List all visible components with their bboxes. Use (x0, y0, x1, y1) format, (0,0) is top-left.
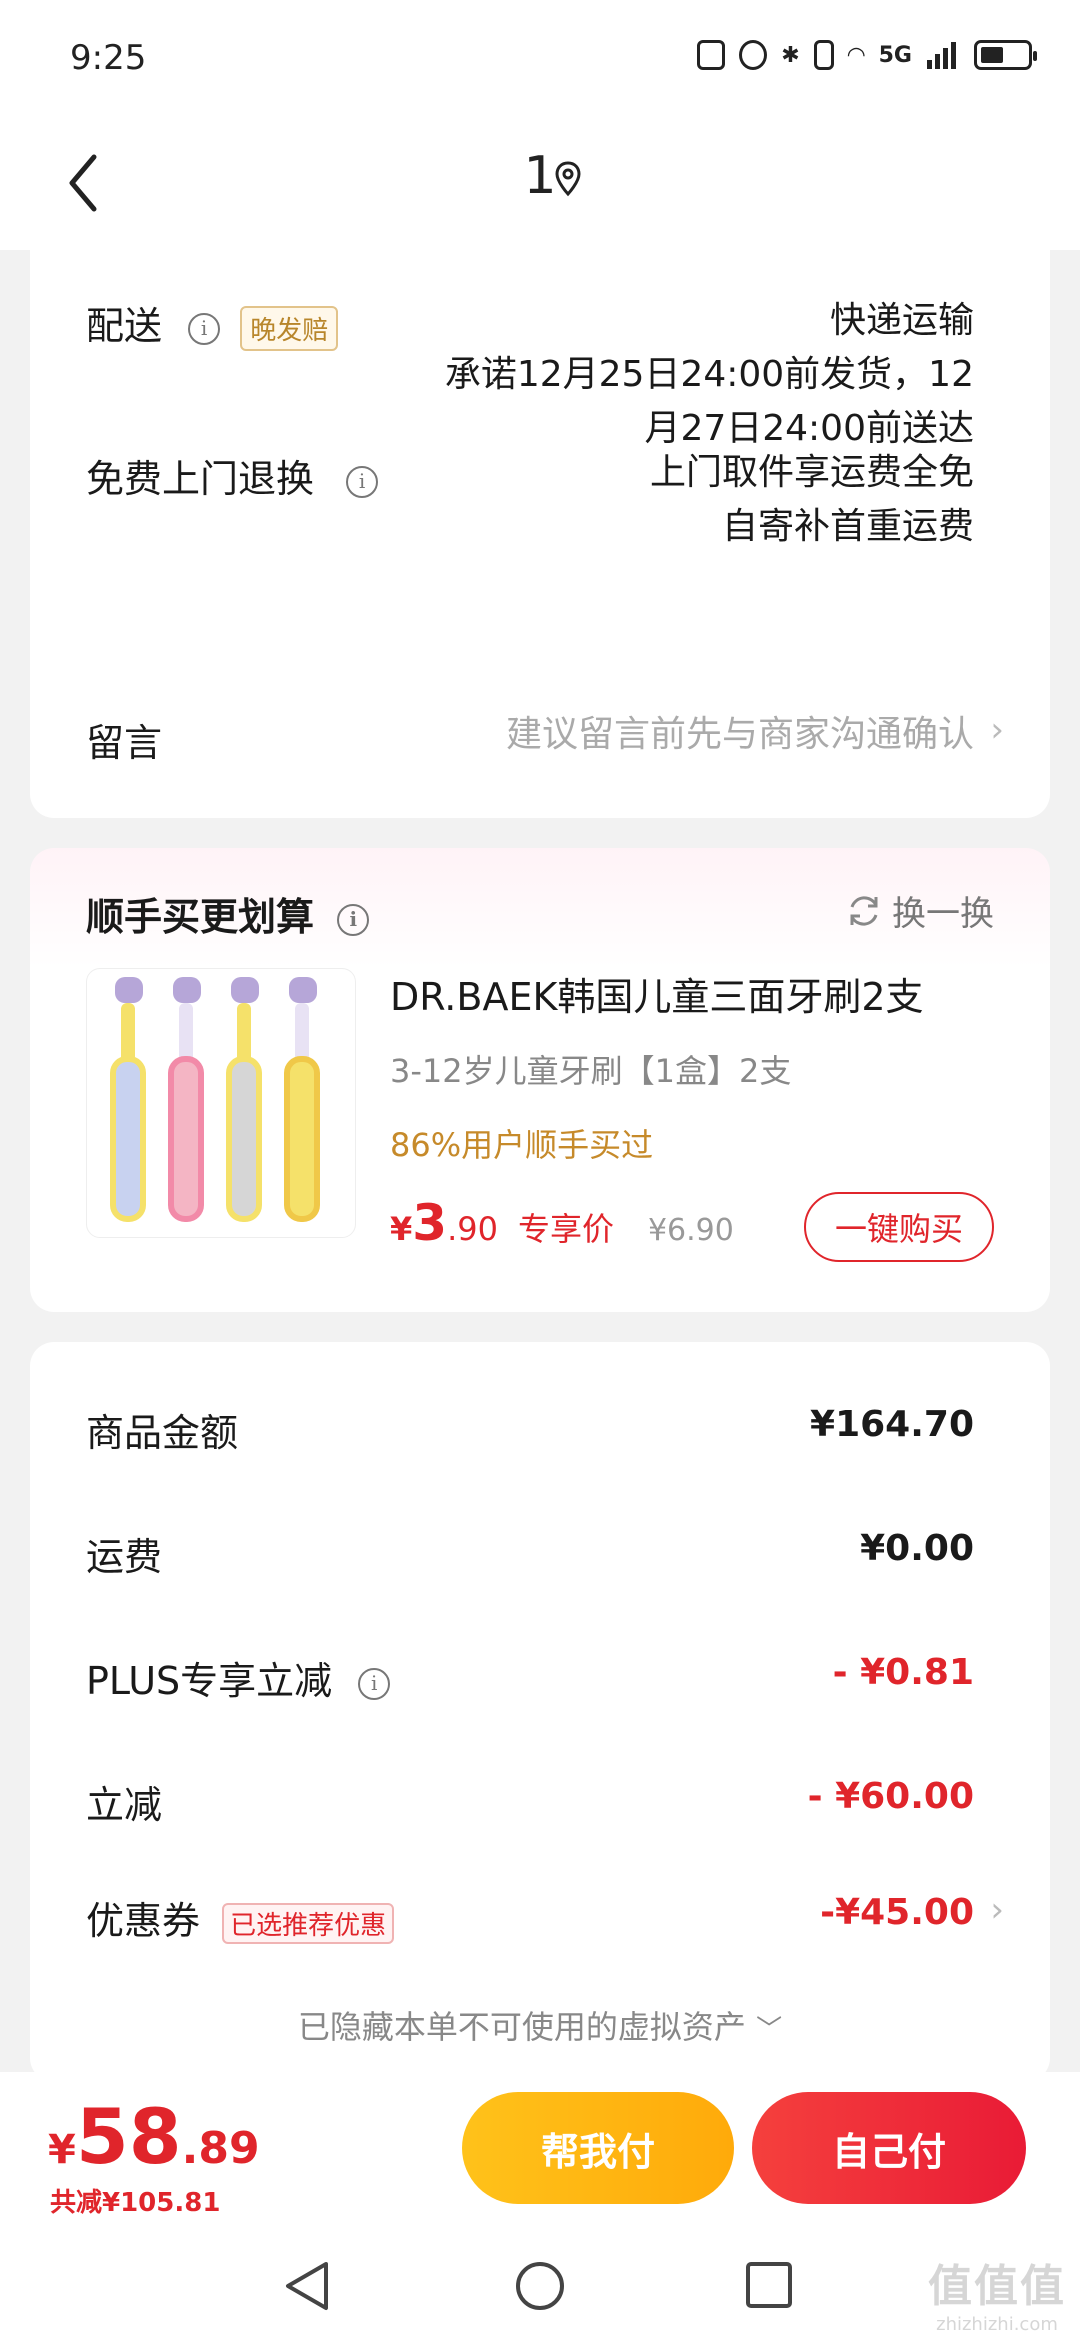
signal-icon (927, 42, 956, 69)
goods-amount-label: 商品金额 (86, 1411, 239, 1455)
total-integer: 58 (75, 2092, 182, 2181)
plus-discount-row: PLUS专享立减 i (86, 1650, 391, 1705)
price-integer: 3 (412, 1194, 448, 1252)
instant-discount-label: 立减 (86, 1783, 163, 1827)
product-stat: 86%用户顺手买过 (390, 1126, 654, 1164)
payment-bar: ¥ 58 .89 共减¥105.81 帮我付 自己付 (0, 2072, 1080, 2232)
nav-bar: 1 (0, 120, 1080, 250)
addon-title-row: 顺手买更划算 i (86, 886, 370, 941)
returns-detail: 上门取件享运费全免 自寄补首重运费 (650, 446, 974, 554)
refresh-icon (850, 895, 878, 926)
nav-recents-icon[interactable] (744, 2260, 796, 2312)
chevron-right-icon[interactable]: › (990, 710, 1004, 750)
chevron-right-icon[interactable]: › (990, 1890, 1004, 1930)
total-currency: ¥ (48, 2127, 76, 2173)
status-icons: ✱ ◠ 5G (697, 40, 1037, 70)
message-input[interactable]: 建议留言前先与商家沟通确认 (506, 708, 974, 762)
network-type: 5G (878, 42, 912, 68)
plus-discount-label: PLUS专享立减 (86, 1659, 333, 1703)
battery-icon (974, 40, 1037, 70)
original-price: ¥6.90 (647, 1213, 734, 1248)
addon-title: 顺手买更划算 (86, 895, 315, 939)
returns-line1: 上门取件享运费全免 (649, 452, 974, 493)
coupon-row[interactable]: 优惠券 已选推荐优惠 (86, 1890, 395, 1945)
info-icon[interactable]: i (358, 1667, 391, 1700)
chevron-down-icon: ﹀ (756, 2015, 783, 2045)
self-pay-button[interactable]: 自己付 (752, 2092, 1026, 2204)
alarm-icon (739, 40, 768, 70)
product-spec: 3-12岁儿童牙刷【1盒】2支 (390, 1052, 792, 1090)
watermark-logo: 值值值 (928, 2261, 1066, 2312)
info-icon[interactable]: i (188, 312, 221, 345)
returns-line2: 自寄补首重运费 (721, 506, 974, 547)
coupon-badge: 已选推荐优惠 (222, 1903, 395, 1944)
delivery-method: 快递运输 (829, 300, 974, 341)
product-image[interactable] (86, 968, 356, 1238)
nav-back-icon[interactable] (282, 2260, 332, 2312)
page-title: 1 (523, 146, 557, 206)
one-click-buy-button[interactable]: 一键购买 (804, 1192, 994, 1262)
product-name[interactable]: DR.BAEK韩国儿童三面牙刷2支 (390, 966, 924, 1021)
total-saved: 共减¥105.81 (50, 2188, 221, 2218)
delivery-promise-line1: 承诺12月25日24:00前发货，12 (444, 354, 974, 395)
swap-label: 换一换 (892, 894, 994, 934)
hidden-assets-label: 已隐藏本单不可使用的虚拟资产 (297, 2008, 746, 2046)
shipping-value: ¥0.00 (860, 1528, 974, 1569)
nfc-icon (697, 40, 726, 70)
hidden-assets-toggle[interactable]: 已隐藏本单不可使用的虚拟资产 ﹀ (30, 2002, 1050, 2048)
delivery-detail[interactable]: 快递运输 承诺12月25日24:00前发货，12 月27日24:00前送达 (445, 294, 974, 456)
wifi-icon: ◠ (847, 42, 865, 68)
info-icon[interactable]: i (346, 465, 379, 498)
watermark: 值值值 zhizhizhi.com (928, 2250, 1066, 2335)
system-nav-bar (0, 2232, 1080, 2340)
instant-discount-value: - ¥60.00 (807, 1776, 974, 1817)
amounts-card: 商品金额 ¥164.70 运费 ¥0.00 PLUS专享立减 i - ¥0.81… (30, 1342, 1050, 2082)
watermark-url: zhizhizhi.com (936, 2314, 1058, 2335)
info-icon[interactable]: i (337, 903, 370, 936)
total-decimal: .89 (181, 2123, 260, 2174)
addon-card: 顺手买更划算 i 换一换 DR.BAEK韩国儿童三面牙刷2支 3-12岁儿童牙刷… (30, 848, 1050, 1312)
plus-discount-value: - ¥0.81 (832, 1652, 974, 1693)
status-time: 9:25 (70, 38, 147, 78)
returns-row: 免费上门退换 i (86, 448, 379, 503)
shipping-label: 运费 (86, 1535, 163, 1579)
price-tag: 专享价 (517, 1210, 614, 1248)
message-label: 留言 (86, 721, 163, 765)
location-pin-icon[interactable] (553, 160, 583, 200)
help-pay-button[interactable]: 帮我付 (462, 2092, 734, 2204)
vibrate-icon (813, 40, 834, 70)
swap-button[interactable]: 换一换 (846, 886, 994, 935)
goods-amount-value: ¥164.70 (810, 1404, 974, 1445)
status-bar: 9:25 ✱ ◠ 5G (0, 0, 1080, 120)
coupon-value[interactable]: -¥45.00 (820, 1892, 974, 1933)
late-compensation-badge: 晚发赔 (240, 306, 339, 351)
nav-home-icon[interactable] (512, 2260, 568, 2316)
total-price: ¥ 58 .89 (48, 2092, 260, 2181)
toothbrush-image (110, 977, 320, 1222)
bluetooth-icon: ✱ (781, 42, 800, 68)
delivery-card: 配送 i 晚发赔 快递运输 承诺12月25日24:00前发货，12 月27日24… (30, 250, 1050, 818)
returns-label: 免费上门退换 (86, 457, 315, 501)
delivery-row: 配送 i 晚发赔 (86, 295, 339, 351)
price-decimal: .90 (447, 1210, 498, 1248)
coupon-label: 优惠券 (86, 1899, 201, 1943)
product-price: ¥ 3 .90 专享价 ¥6.90 (390, 1194, 734, 1252)
delivery-label: 配送 (86, 304, 163, 348)
price-currency: ¥ (390, 1210, 413, 1248)
